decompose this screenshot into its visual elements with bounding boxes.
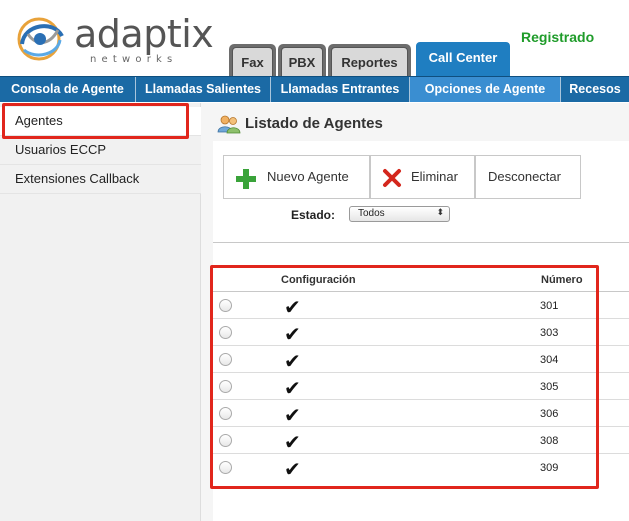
nav-llamadas-entrantes[interactable]: Llamadas Entrantes [271, 77, 410, 102]
divider [213, 242, 629, 243]
nav-opciones-de-agente[interactable]: Opciones de Agente [410, 77, 561, 102]
disconnect-label: Desconectar [488, 169, 561, 184]
app-header: adaptix networks Registrado Fax PBX Repo… [0, 0, 629, 76]
new-agent-button[interactable]: Nuevo Agente [223, 155, 370, 199]
sidebar: Agentes Usuarios ECCP Extensiones Callba… [0, 103, 201, 521]
highlight-box-agentes [2, 103, 189, 139]
nav-llamadas-salientes[interactable]: Llamadas Salientes [136, 77, 271, 102]
page-title: Listado de Agentes [245, 115, 383, 132]
plus-icon [236, 169, 256, 189]
delete-x-icon [383, 169, 401, 187]
tab-reportes[interactable]: Reportes [331, 47, 408, 76]
logo[interactable]: adaptix networks [14, 10, 214, 70]
logo-wordmark: adaptix [74, 12, 214, 56]
secondary-nav: Consola de Agente Llamadas Salientes Lla… [0, 76, 629, 102]
sidebar-item-extensiones-callback[interactable]: Extensiones Callback [0, 165, 201, 194]
estado-filter-label: Estado: [291, 208, 336, 222]
delete-label: Eliminar [411, 169, 458, 184]
estado-select[interactable]: Todos ⬍ [349, 206, 450, 222]
tab-fax[interactable]: Fax [232, 47, 273, 76]
nav-consola-de-agente[interactable]: Consola de Agente [0, 77, 136, 102]
sidebar-item-usuarios-eccp[interactable]: Usuarios ECCP [0, 136, 201, 165]
users-icon [217, 115, 241, 134]
new-agent-label: Nuevo Agente [267, 169, 349, 184]
highlight-box-table [210, 265, 599, 489]
estado-selected-value: Todos [358, 208, 385, 219]
logo-swirl-icon [17, 17, 64, 61]
nav-recesos[interactable]: Recesos [561, 77, 629, 102]
registration-status: Registrado [521, 29, 595, 45]
tab-call-center[interactable]: Call Center [416, 42, 510, 76]
tab-pbx[interactable]: PBX [281, 47, 323, 76]
disconnect-button[interactable]: Desconectar [475, 155, 581, 199]
updown-arrow-icon: ⬍ [436, 207, 444, 217]
delete-button[interactable]: Eliminar [370, 155, 475, 199]
logo-tagline: networks [90, 54, 178, 65]
